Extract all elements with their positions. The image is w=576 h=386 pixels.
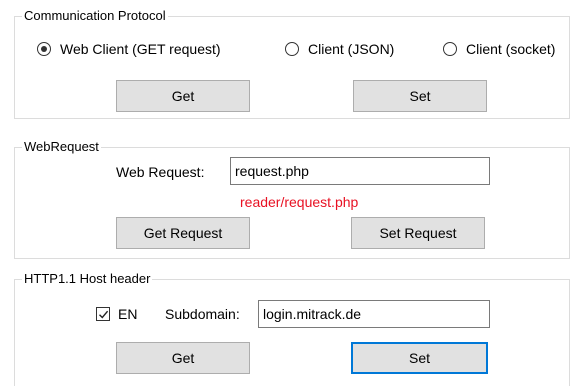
set-request-button[interactable]: Set Request: [351, 217, 485, 249]
host-header-title: HTTP1.1 Host header: [22, 271, 153, 287]
web-request-label: Web Request:: [116, 164, 205, 180]
enable-checkbox[interactable]: EN: [96, 305, 137, 323]
web-request-input[interactable]: [230, 157, 490, 185]
protocol-get-button[interactable]: Get: [116, 80, 250, 112]
web-request-title: WebRequest: [22, 139, 101, 155]
radio-client-json-circle[interactable]: [285, 42, 299, 56]
checkmark-icon: [98, 310, 108, 319]
communication-protocol-group: Communication Protocol Web Client (GET r…: [14, 8, 570, 119]
enable-checkbox-box[interactable]: [96, 307, 110, 321]
subdomain-label: Subdomain:: [165, 306, 240, 322]
enable-checkbox-label: EN: [118, 306, 138, 322]
get-request-button[interactable]: Get Request: [116, 217, 250, 249]
web-request-hint: reader/request.php: [240, 194, 359, 210]
radio-client-socket-circle[interactable]: [443, 42, 457, 56]
host-set-button[interactable]: Set: [351, 342, 488, 374]
communication-protocol-title: Communication Protocol: [22, 8, 168, 24]
radio-client-socket-label: Client (socket): [466, 41, 556, 57]
web-request-group: WebRequest Web Request: reader/request.p…: [14, 139, 570, 259]
protocol-set-button[interactable]: Set: [353, 80, 487, 112]
radio-client-json-label: Client (JSON): [308, 41, 395, 57]
radio-client-socket[interactable]: Client (socket): [443, 40, 555, 58]
host-get-button[interactable]: Get: [116, 342, 250, 374]
radio-dot-icon: [41, 46, 47, 52]
radio-web-client-label: Web Client (GET request): [60, 41, 221, 57]
host-header-group: HTTP1.1 Host header EN Subdomain: Get Se…: [14, 271, 570, 386]
radio-client-json[interactable]: Client (JSON): [285, 40, 394, 58]
subdomain-input[interactable]: [258, 300, 490, 328]
radio-web-client-circle[interactable]: [37, 42, 51, 56]
radio-web-client[interactable]: Web Client (GET request): [37, 40, 221, 58]
